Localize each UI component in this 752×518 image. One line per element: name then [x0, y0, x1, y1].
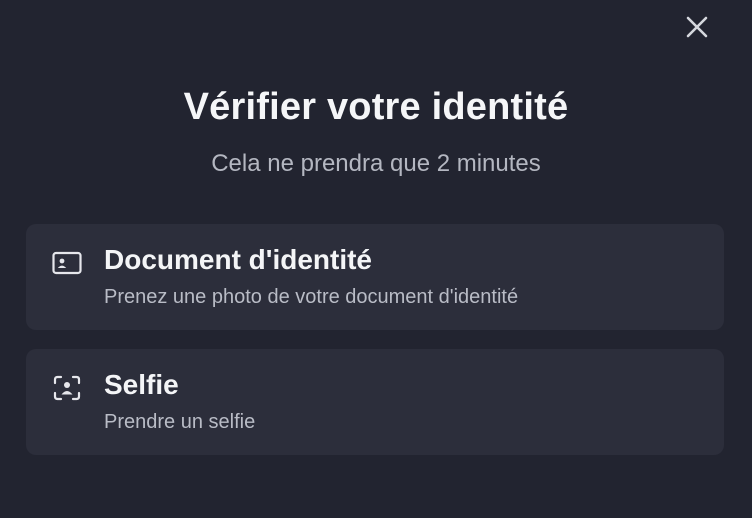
- option-description: Prenez une photo de votre document d'ide…: [104, 286, 519, 308]
- dialog-title: Vérifier votre identité: [183, 86, 569, 128]
- id-card-icon: [52, 251, 82, 275]
- option-id-document[interactable]: Document d'identité Prenez une photo de …: [26, 224, 724, 330]
- option-selfie[interactable]: Selfie Prendre un selfie: [26, 349, 724, 455]
- option-title: Document d'identité: [104, 244, 372, 275]
- option-description: Prendre un selfie: [104, 411, 256, 433]
- face-scan-icon: [53, 375, 81, 401]
- close-icon: [686, 16, 708, 38]
- option-title: Selfie: [104, 369, 179, 400]
- identity-verification-dialog: Vérifier votre identité Cela ne prendra …: [0, 0, 752, 518]
- close-button[interactable]: [680, 10, 714, 44]
- dialog-subtitle: Cela ne prendra que 2 minutes: [211, 150, 541, 177]
